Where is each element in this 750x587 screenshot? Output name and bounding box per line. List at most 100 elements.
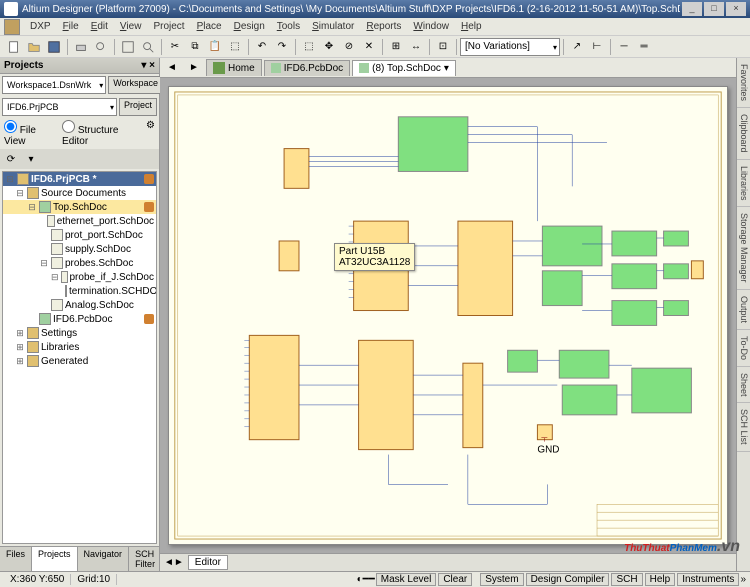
menu-file[interactable]: File [57, 21, 85, 32]
save-button[interactable] [45, 38, 63, 56]
workspace-button[interactable]: Workspace [108, 76, 163, 94]
deselect-button[interactable]: ⊘ [340, 38, 358, 56]
project-combo[interactable]: IFD6.PrjPCB [2, 98, 117, 116]
redo-button[interactable]: ↷ [273, 38, 291, 56]
vtab-favorites[interactable]: Favorites [737, 58, 750, 108]
minimize-button[interactable]: _ [682, 2, 702, 16]
tree-eth[interactable]: ethernet_port.SchDoc [57, 216, 154, 227]
workspace-combo[interactable]: Workspace1.DsnWrk [2, 76, 106, 94]
structure-radio[interactable]: Structure Editor [62, 120, 138, 147]
mask-slider-icon[interactable]: ◐━━ [357, 574, 375, 585]
new-button[interactable] [5, 38, 23, 56]
wire-button[interactable]: ─ [615, 38, 633, 56]
tree-probes[interactable]: probes.SchDoc [65, 258, 133, 269]
clear-button[interactable]: ✕ [360, 38, 378, 56]
paste-button[interactable]: 📋 [206, 38, 224, 56]
status-instruments[interactable]: Instruments [677, 573, 739, 586]
tree-probeif[interactable]: probe_if_J.SchDoc [70, 272, 155, 283]
net-button[interactable]: ⊢ [588, 38, 606, 56]
dropdown-icon[interactable]: ▾ [444, 63, 449, 74]
stamp-button[interactable]: ⬚ [226, 38, 244, 56]
menu-project[interactable]: Project [147, 21, 190, 32]
print-button[interactable] [72, 38, 90, 56]
tree-top[interactable]: Top.SchDoc [53, 202, 107, 213]
status-system[interactable]: System [480, 573, 523, 586]
tab-projects[interactable]: Projects [32, 547, 78, 571]
zoom-fit-button[interactable] [119, 38, 137, 56]
project-button[interactable]: Project [119, 98, 157, 116]
vtab-clipboard[interactable]: Clipboard [737, 108, 750, 160]
main-toolbar: ✂ ⧉ 📋 ⬚ ↶ ↷ ⬚ ✥ ⊘ ✕ ⊞ ↔ ⊡ [No Variations… [0, 36, 750, 58]
vtab-schlist[interactable]: SCH List [737, 403, 750, 452]
tree-settings[interactable]: Settings [41, 328, 77, 339]
tree-analog[interactable]: Analog.SchDoc [65, 300, 134, 311]
maximize-button[interactable]: □ [704, 2, 724, 16]
right-panel: Favorites Clipboard Libraries Storage Ma… [736, 58, 750, 571]
status-corner-icon[interactable]: » [740, 574, 746, 585]
status-sch[interactable]: SCH [611, 573, 642, 586]
schematic-sheet[interactable]: GND Part U15B AT32UC3A1128 [168, 86, 728, 545]
cross-button[interactable]: ↔ [407, 38, 425, 56]
tree-supply[interactable]: supply.SchDoc [65, 244, 131, 255]
close-button[interactable]: × [726, 2, 746, 16]
vtab-output[interactable]: Output [737, 290, 750, 330]
nav-fwd-icon[interactable]: ► [185, 59, 203, 77]
tree-prot[interactable]: prot_port.SchDoc [65, 230, 143, 241]
dxp-icon[interactable] [4, 19, 20, 35]
tree-src[interactable]: Source Documents [41, 188, 126, 199]
cut-button[interactable]: ✂ [166, 38, 184, 56]
editor-tab[interactable]: Editor [188, 555, 228, 570]
vtab-libraries[interactable]: Libraries [737, 160, 750, 208]
zoom-button[interactable] [139, 38, 157, 56]
menu-window[interactable]: Window [407, 21, 455, 32]
menu-view[interactable]: View [114, 21, 148, 32]
bus-button[interactable]: ═ [635, 38, 653, 56]
editor-area: ◄ ► Home IFD6.PcbDoc (8) Top.SchDoc▾ [160, 58, 736, 571]
tab-navigator[interactable]: Navigator [78, 547, 130, 571]
mask-level-button[interactable]: Mask Level [376, 573, 437, 586]
variations-combo[interactable]: [No Variations] [460, 38, 560, 56]
menu-help[interactable]: Help [455, 21, 488, 32]
panel-close-icon[interactable]: ▾ × [141, 60, 155, 71]
tab-files[interactable]: Files [0, 547, 32, 571]
vtab-storage[interactable]: Storage Manager [737, 207, 750, 290]
copy-button[interactable]: ⧉ [186, 38, 204, 56]
tab-schfilter[interactable]: SCH Filter [129, 547, 162, 571]
tree-options-icon[interactable]: ▾ [23, 151, 39, 167]
settings-icon[interactable]: ⚙ [146, 120, 155, 147]
browse-button[interactable]: ⊡ [434, 38, 452, 56]
tab-home[interactable]: Home [206, 59, 262, 76]
move-button[interactable]: ✥ [320, 38, 338, 56]
preview-button[interactable] [92, 38, 110, 56]
menu-tools[interactable]: Tools [271, 21, 306, 32]
tree-refresh-icon[interactable]: ⟳ [3, 151, 19, 167]
clear-button[interactable]: Clear [438, 573, 472, 586]
menu-design[interactable]: Design [228, 21, 271, 32]
nav-back-icon[interactable]: ◄ [163, 59, 181, 77]
tab-pcbdoc[interactable]: IFD6.PcbDoc [264, 60, 350, 76]
vtab-sheet[interactable]: Sheet [737, 367, 750, 404]
tree-term[interactable]: termination.SCHDOC [69, 286, 157, 297]
undo-button[interactable]: ↶ [253, 38, 271, 56]
open-button[interactable] [25, 38, 43, 56]
status-help[interactable]: Help [645, 573, 676, 586]
status-design[interactable]: Design Compiler [526, 573, 610, 586]
tree-gen[interactable]: Generated [41, 356, 88, 367]
project-tree[interactable]: ⊟IFD6.PrjPCB * ⊟Source Documents ⊟Top.Sc… [2, 171, 157, 544]
tree-pcb[interactable]: IFD6.PcbDoc [53, 314, 112, 325]
tree-root[interactable]: IFD6.PrjPCB * [31, 174, 97, 185]
arrow-button[interactable]: ↗ [568, 38, 586, 56]
menu-reports[interactable]: Reports [360, 21, 407, 32]
vtab-todo[interactable]: To-Do [737, 330, 750, 367]
tree-libs[interactable]: Libraries [41, 342, 79, 353]
tab-topsch[interactable]: (8) Top.SchDoc▾ [352, 60, 456, 76]
menu-dxp[interactable]: DXP [24, 21, 57, 32]
schematic-canvas[interactable]: GND Part U15B AT32UC3A1128 [160, 78, 736, 553]
splitter-icon[interactable]: ◄► [164, 557, 184, 568]
menu-simulator[interactable]: Simulator [306, 21, 360, 32]
menu-edit[interactable]: Edit [85, 21, 114, 32]
select-button[interactable]: ⬚ [300, 38, 318, 56]
menu-place[interactable]: Place [191, 21, 228, 32]
hierarchy-button[interactable]: ⊞ [387, 38, 405, 56]
fileview-radio[interactable]: File View [4, 120, 54, 147]
